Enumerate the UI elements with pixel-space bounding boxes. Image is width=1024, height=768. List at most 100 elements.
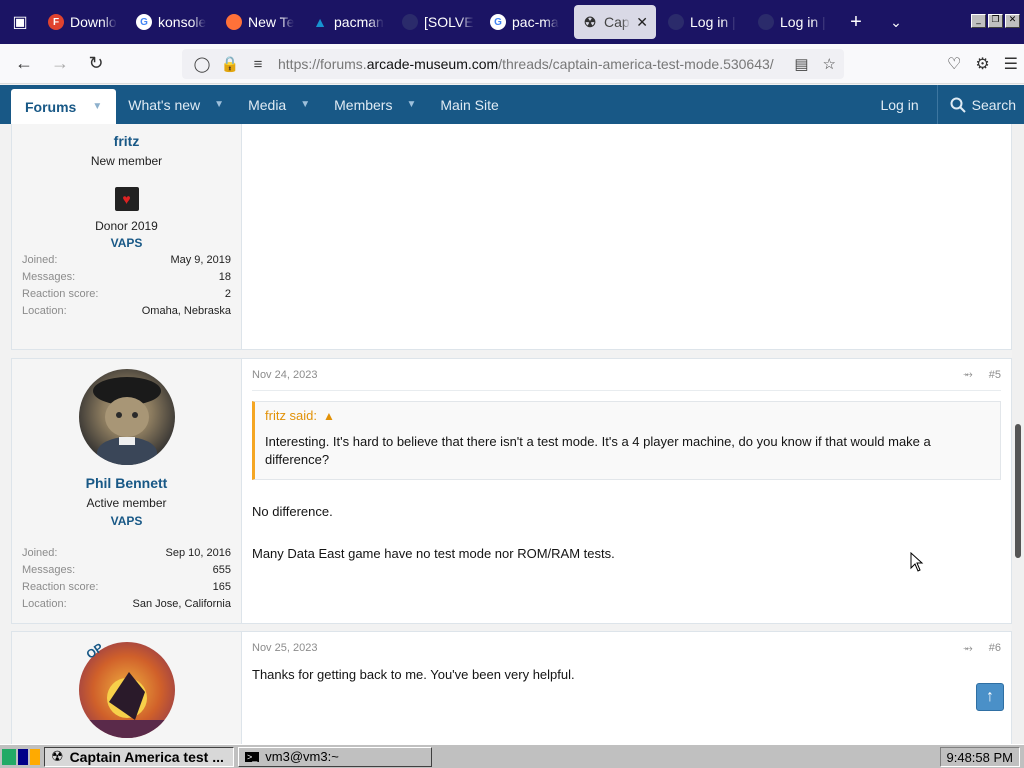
post-number[interactable]: #6 [989,642,1001,654]
browser-tab-active[interactable]: ☢ Capt ✕ [574,5,656,39]
url-text[interactable]: https://forums.arcade-museum.com/threads… [278,56,774,72]
caret-down-icon[interactable]: ▼ [92,101,102,112]
back-icon[interactable]: ← [6,48,42,80]
post-date[interactable]: Nov 25, 2023 [252,642,317,654]
stat-row: Messages: 655 [22,563,231,576]
user-sidebar: Phil Bennett Active member VAPS Joined: S… [12,359,242,623]
stat-row: Joined: Sep 10, 2016 [22,546,231,559]
stat-row: Location: Omaha, Nebraska [22,304,231,317]
user-banner: VAPS [110,514,143,528]
browser-tab[interactable]: G konsole [128,0,218,44]
user-title: New member [90,154,163,168]
login-link[interactable]: Log in [862,85,938,124]
reader-view-icon[interactable]: ▤ [794,55,808,73]
scroll-to-top-button[interactable]: ↑ [976,683,1004,711]
permissions-icon[interactable]: ≡ [244,56,272,73]
post-op-reply: OP Nov 25, 2023 ⥇ #6 Thanks for getting … [11,631,1012,744]
forum-icon [402,14,418,30]
stat-row: Location: San Jose, California [22,597,231,610]
user-stats: Joined: May 9, 2019 Messages: 18 Reaction … [22,251,231,319]
bookmark-star-icon[interactable]: ☆ [823,55,836,73]
arrow-up-circle-icon[interactable]: ▲ [323,409,335,423]
close-tab-icon[interactable]: ✕ [636,14,648,31]
browser-tab[interactable]: F Downlo [40,0,128,44]
user-banner: VAPS [110,236,143,250]
mouse-cursor-icon [910,552,924,572]
avatar[interactable] [79,369,175,465]
browser-tab[interactable]: ▲ pacman [304,0,394,44]
quote-header[interactable]: fritz said: ▲ [265,408,990,423]
post-phil-bennett: Phil Bennett Active member VAPS Joined: S… [11,358,1012,624]
share-icon[interactable]: ⥇ [963,367,973,382]
browser-tab[interactable]: Log in | [750,0,836,44]
nav-members[interactable]: Members ▼ [322,97,428,113]
files-launcher-icon[interactable] [30,748,40,765]
url-bar[interactable]: ◯ 🔒 ≡ https://forums.arcade-museum.com/t… [182,49,844,79]
post-number[interactable]: #5 [989,369,1001,381]
post-body: Nov 24, 2023 ⥇ #5 fritz said: ▲ Interest… [252,359,1001,563]
user-stats: Joined: Sep 10, 2016 Messages: 655 Reactio… [22,544,231,612]
reload-icon[interactable]: ↻ [78,48,114,80]
arch-icon: ▲ [313,14,327,30]
pocket-icon[interactable]: ♡ [947,54,961,74]
post-meta: Nov 25, 2023 ⥇ #6 [252,632,1001,664]
chevron-down-icon[interactable]: ⌄ [876,0,916,44]
post-meta: Nov 24, 2023 ⥇ #5 [252,359,1001,391]
donor-badge-icon: ♥ [114,187,139,211]
post-text: Thanks for getting back to me. You've be… [252,667,575,682]
taskbar-task-browser[interactable]: ☢ Captain America test ... [44,746,234,767]
scrollbar-thumb[interactable] [1015,424,1021,558]
caret-down-icon[interactable]: ▼ [300,99,310,110]
post-body: Nov 25, 2023 ⥇ #6 Thanks for getting bac… [252,632,1001,684]
terminal-launcher-icon[interactable] [18,748,28,765]
new-tab-icon[interactable]: + [836,0,876,44]
user-sidebar: OP [12,632,242,744]
nav-whats-new[interactable]: What's new ▼ [116,97,236,113]
firefox-icon [226,14,242,30]
forum-icon [668,14,684,30]
lock-icon[interactable]: 🔒 [216,55,244,73]
window-controls: _ ❐ ✕ [971,14,1020,28]
nav-forums-tab[interactable]: Forums ▼ [11,89,117,124]
username-link[interactable]: fritz [12,133,241,149]
browser-tab[interactable]: New Te [218,0,304,44]
nav-main-site[interactable]: Main Site [428,97,510,113]
menu-icon[interactable]: ☰ [1004,54,1018,74]
search-icon [950,97,966,113]
browser-tab[interactable]: [SOLVE [394,0,482,44]
donor-label: Donor 2019 [95,219,158,233]
google-icon: G [136,14,152,30]
close-window-icon[interactable]: ✕ [1005,14,1020,28]
google-icon: G [490,14,506,30]
browser-tab-bar: ▣ F Downlo G konsole New Te ▲ pacman [SO… [0,0,1024,44]
search-button[interactable]: Search [938,97,1016,113]
browser-tab[interactable]: G pac-ma [482,0,570,44]
caret-down-icon[interactable]: ▼ [214,99,224,110]
stat-row: Reaction score: 2 [22,287,231,300]
start-icon[interactable] [2,748,16,765]
forum-nav-bar: Forums ▼ What's new ▼ Media ▼ Members ▼ … [0,85,1024,124]
username-link[interactable]: Phil Bennett [12,475,241,491]
arrow-up-icon: ↑ [986,688,994,705]
page-scrollbar[interactable] [1012,124,1024,744]
navigation-toolbar: ← → ↻ ◯ 🔒 ≡ https://forums.arcade-museum… [0,44,1024,84]
post-fritz: fritz New member ♥ Donor 2019 VAPS Joine… [11,124,1012,350]
caret-down-icon[interactable]: ▼ [406,99,416,110]
minimize-icon[interactable]: _ [971,14,986,28]
forward-icon[interactable]: → [42,48,78,80]
taskbar-task-terminal[interactable]: >_ vm3@vm3:~ [238,746,432,767]
stat-row: Reaction score: 165 [22,580,231,593]
stat-row: Joined: May 9, 2019 [22,253,231,266]
taskbar-clock: 9:48:58 PM [939,747,1020,767]
tab-list-icon[interactable]: ▣ [0,0,40,44]
stat-row: Messages: 18 [22,270,231,283]
browser-tab[interactable]: Log in | [660,0,750,44]
shield-icon[interactable]: ◯ [188,55,216,73]
extensions-icon[interactable]: ⚙ [975,54,989,74]
restore-icon[interactable]: ❐ [988,14,1003,28]
user-title: Active member [86,496,167,510]
user-sidebar: fritz New member ♥ Donor 2019 VAPS Joine… [12,124,242,349]
post-date[interactable]: Nov 24, 2023 [252,369,317,381]
share-icon[interactable]: ⥇ [963,641,973,656]
nav-media[interactable]: Media ▼ [236,97,322,113]
